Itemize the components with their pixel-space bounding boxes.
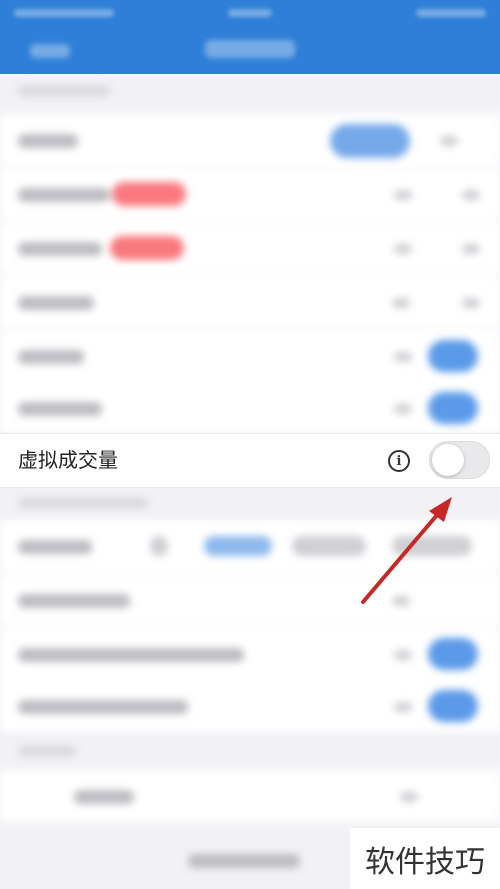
segment-option[interactable] [440, 136, 458, 146]
row-value [394, 244, 412, 254]
status-bar-right [416, 9, 486, 17]
settings-row[interactable] [0, 114, 500, 166]
settings-row[interactable] [0, 382, 500, 434]
segment-button[interactable] [330, 124, 410, 158]
row-label [74, 790, 134, 804]
status-bar-left [14, 9, 114, 17]
row-label [18, 540, 92, 554]
toggle-switch[interactable] [428, 392, 478, 424]
watermark: 软件技巧 [350, 828, 500, 889]
toggle-switch[interactable] [428, 638, 478, 670]
settings-row[interactable] [0, 276, 500, 328]
new-badge [110, 236, 184, 260]
app-header [0, 0, 500, 74]
back-button[interactable] [30, 44, 70, 58]
info-icon[interactable] [394, 650, 412, 660]
row-label [18, 648, 244, 662]
row-label [18, 188, 110, 202]
status-bar-time [228, 9, 272, 17]
section-header [18, 498, 148, 508]
info-icon[interactable]: i [388, 450, 410, 472]
settings-row[interactable] [0, 628, 500, 680]
chevron-right-icon [462, 244, 480, 254]
settings-row[interactable] [0, 168, 500, 220]
toggle-switch[interactable] [428, 340, 478, 372]
info-icon[interactable] [394, 702, 412, 712]
footer-button[interactable] [188, 854, 300, 868]
virtual-volume-toggle[interactable] [429, 441, 490, 479]
settings-row[interactable] [0, 680, 500, 732]
row-value [400, 792, 418, 802]
option-tab[interactable] [204, 536, 272, 556]
row-value [392, 298, 410, 308]
section-header [18, 746, 76, 756]
info-icon[interactable] [394, 404, 412, 414]
virtual-volume-setting-row[interactable]: 虚拟成交量 i [0, 433, 500, 488]
toggle-knob [432, 444, 464, 476]
section-header [18, 86, 110, 96]
chevron-right-icon [462, 190, 480, 200]
row-label [18, 700, 188, 714]
red-arrow-annotation [361, 497, 452, 604]
row-label [18, 134, 78, 148]
row-label [18, 594, 130, 608]
virtual-volume-label: 虚拟成交量 [18, 448, 118, 472]
row-value [394, 190, 412, 200]
row-label [18, 402, 102, 416]
settings-row[interactable] [0, 222, 500, 274]
option-tab[interactable] [150, 536, 168, 556]
row-label [18, 296, 94, 310]
info-icon[interactable] [394, 352, 412, 362]
page-title [205, 40, 295, 58]
chevron-right-icon [462, 298, 480, 308]
settings-row[interactable] [0, 330, 500, 382]
toggle-switch[interactable] [428, 690, 478, 722]
new-badge [112, 182, 186, 206]
row-label [18, 242, 102, 256]
row-label [18, 350, 84, 364]
settings-row[interactable] [0, 770, 500, 822]
watermark-text: 软件技巧 [365, 844, 485, 880]
